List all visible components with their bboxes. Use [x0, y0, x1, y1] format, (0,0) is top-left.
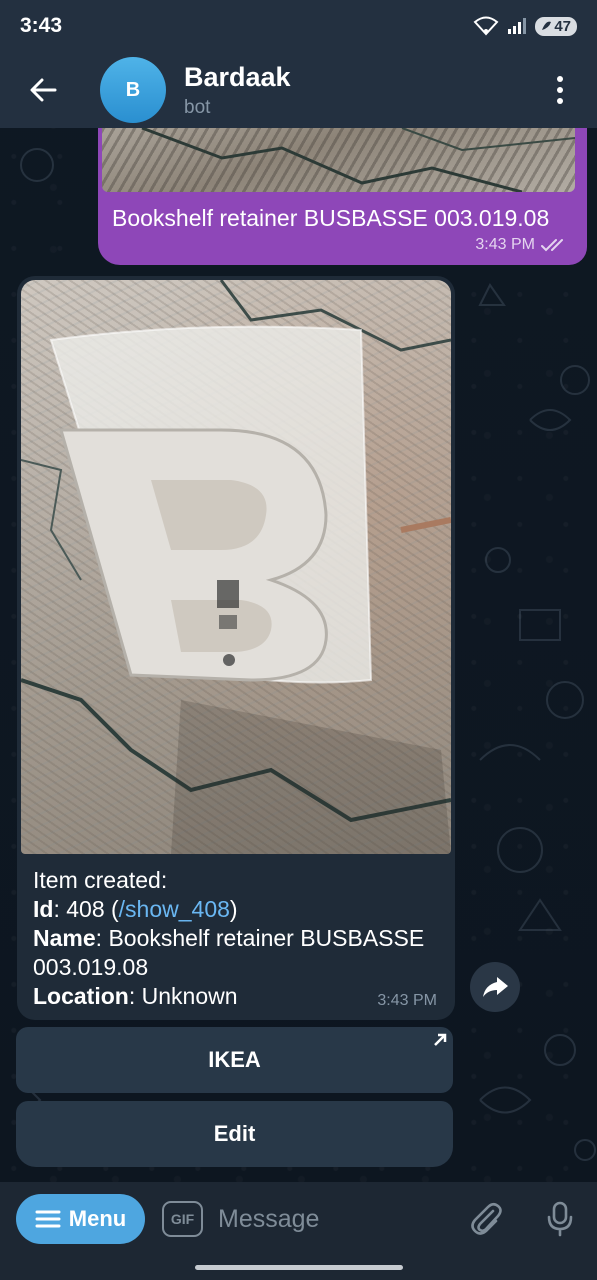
chat-title: Bardaak [184, 61, 291, 92]
inline-button-ikea[interactable]: IKEA [16, 1027, 453, 1093]
outgoing-message-meta: 3:43 PM [475, 236, 569, 254]
bookend-photo-illustration [21, 280, 451, 854]
carpet-texture [141, 128, 576, 194]
battery-level: 47 [554, 17, 571, 35]
signal-icon [508, 18, 527, 34]
more-dot-icon [557, 98, 563, 104]
more-dot-icon [557, 87, 563, 93]
gif-button-label: GIF [170, 1211, 195, 1227]
double-check-icon [541, 239, 563, 252]
status-icons: 47 [473, 16, 577, 36]
colon-separator: : [95, 925, 109, 951]
id-label: Id [33, 896, 54, 922]
outgoing-message-text: Bookshelf retainer BUSBASSE 003.019.08 [112, 205, 550, 231]
message-input[interactable] [218, 1196, 448, 1242]
name-label: Name [33, 925, 96, 951]
location-value: Unknown [141, 983, 238, 1009]
more-options-button[interactable] [545, 70, 575, 110]
inline-button-ikea-label: IKEA [208, 1047, 261, 1072]
item-name-line: Name: Bookshelf retainer BUSBASSE 003.01… [33, 924, 449, 982]
status-time: 3:43 [20, 14, 63, 37]
colon-separator: : [128, 983, 142, 1009]
battery-saver-icon [542, 21, 552, 30]
battery-indicator: 47 [535, 16, 577, 36]
back-button[interactable] [0, 52, 86, 128]
id-value: 408 [66, 896, 105, 922]
incoming-photo[interactable] [21, 280, 451, 854]
paren-open: ( [111, 896, 119, 922]
avatar[interactable]: B [100, 57, 166, 123]
colon-separator: : [53, 896, 67, 922]
outgoing-message-time: 3:43 PM [475, 236, 535, 253]
attach-button[interactable] [466, 1198, 506, 1240]
location-label: Location [33, 983, 129, 1009]
outgoing-message[interactable]: Bookshelf retainer BUSBASSE 003.019.08 3… [98, 128, 587, 265]
show-command-link[interactable]: /show_408 [119, 896, 230, 922]
incoming-message-text: Item created: Id: 408 (/show_408) Name: … [33, 866, 449, 1011]
paperclip-icon [471, 1202, 502, 1235]
inline-button-edit[interactable]: Edit [16, 1101, 453, 1167]
home-indicator[interactable] [195, 1265, 403, 1270]
external-link-arrow-icon [434, 1033, 447, 1046]
gif-button[interactable]: GIF [162, 1201, 203, 1237]
microphone-icon [547, 1201, 573, 1237]
chat-header: B Bardaak bot [0, 52, 597, 128]
item-created-line: Item created: [33, 867, 168, 893]
wifi-icon [473, 16, 499, 36]
status-bar: 3:43 47 [0, 0, 597, 52]
paren-close: ) [229, 896, 238, 922]
outgoing-photo[interactable] [102, 128, 576, 194]
more-dot-icon [557, 76, 563, 82]
hamburger-icon [35, 1210, 61, 1228]
incoming-message[interactable]: Item created: Id: 408 (/show_408) Name: … [17, 276, 455, 1020]
avatar-letter: B [125, 78, 141, 101]
back-arrow-icon [30, 78, 57, 102]
share-button[interactable] [470, 962, 520, 1012]
item-id-line: Id: 408 (/show_408) [33, 895, 449, 924]
chat-subtitle: bot [184, 96, 211, 118]
menu-button-label: Menu [68, 1206, 127, 1231]
incoming-message-time: 3:43 PM [377, 992, 437, 1009]
menu-button[interactable]: Menu [16, 1194, 145, 1244]
chat-title-box[interactable]: Bardaak bot [184, 62, 291, 119]
inline-button-edit-label: Edit [213, 1121, 256, 1146]
share-arrow-icon [483, 977, 508, 997]
microphone-button[interactable] [540, 1198, 580, 1240]
